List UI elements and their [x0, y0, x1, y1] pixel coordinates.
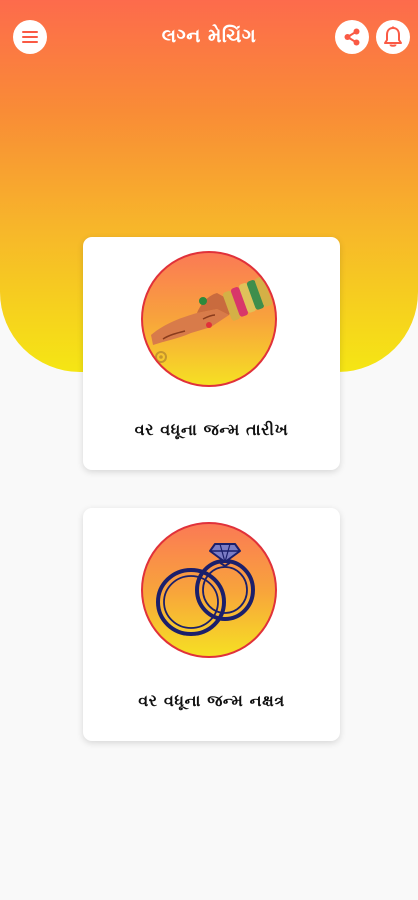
notification-button[interactable]	[376, 20, 410, 54]
card-label: વર વધૂના જન્મ તારીખ	[134, 420, 289, 439]
card-image-circle	[141, 522, 277, 658]
birth-date-matching-card[interactable]: વર વધૂના જન્મ તારીખ	[83, 237, 340, 470]
wedding-rings-icon	[156, 543, 255, 636]
share-button[interactable]	[335, 20, 369, 54]
share-icon	[344, 28, 360, 46]
top-app-bar: લગ્ન મેચિંગ	[0, 0, 418, 74]
birth-nakshatra-matching-card[interactable]: વર વધૂના જન્મ નક્ષત્ર	[83, 508, 340, 741]
card-image-circle	[141, 251, 277, 387]
hands-with-bangles-image	[151, 277, 272, 363]
bell-icon	[384, 26, 402, 47]
card-label: વર વધૂના જન્મ નક્ષત્ર	[138, 691, 285, 710]
